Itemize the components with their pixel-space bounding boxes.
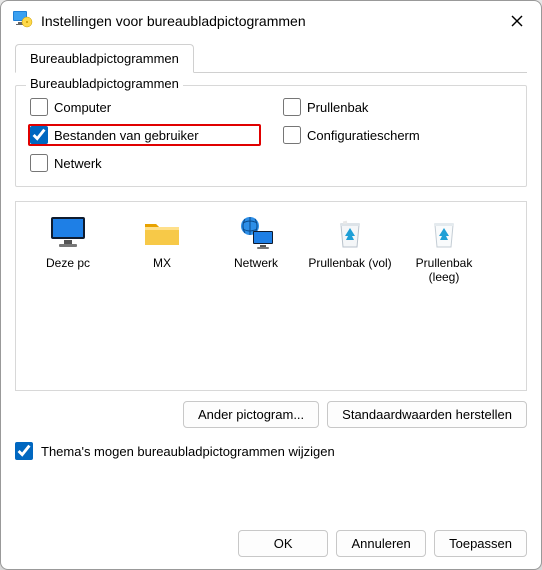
checkbox-network[interactable]: Netwerk <box>28 152 261 174</box>
checkbox-input-user-files[interactable] <box>30 126 48 144</box>
close-icon <box>511 15 523 27</box>
recycle-bin-empty-icon <box>422 214 466 252</box>
checkbox-label: Configuratiescherm <box>307 128 420 143</box>
groupbox-legend: Bureaubladpictogrammen <box>26 76 183 91</box>
preview-label: Prullenbak (leeg) <box>400 256 488 285</box>
preview-label: Prullenbak (vol) <box>308 256 391 270</box>
preview-item-user-folder[interactable]: MX <box>118 210 206 270</box>
cancel-button[interactable]: Annuleren <box>336 530 426 557</box>
dialog-body: Bureaubladpictogrammen Bureaubladpictogr… <box>1 43 541 474</box>
monitor-icon <box>46 214 90 252</box>
icon-preview-pane[interactable]: Deze pc MX <box>15 201 527 391</box>
dialog-title: Instellingen voor bureaubladpictogrammen <box>41 13 306 29</box>
app-icon <box>11 8 33 35</box>
dialog-window: Instellingen voor bureaubladpictogrammen… <box>0 0 542 570</box>
folder-icon <box>140 214 184 252</box>
preview-item-this-pc[interactable]: Deze pc <box>24 210 112 270</box>
checkbox-input-recycle-bin[interactable] <box>283 98 301 116</box>
checkbox-input-control-panel[interactable] <box>283 126 301 144</box>
groupbox-desktop-icons: Bureaubladpictogrammen Computer Prullenb… <box>15 85 527 187</box>
checkbox-label: Bestanden van gebruiker <box>54 128 199 143</box>
checkbox-input-network[interactable] <box>30 154 48 172</box>
restore-defaults-button[interactable]: Standaardwaarden herstellen <box>327 401 527 428</box>
tab-desktop-icons[interactable]: Bureaubladpictogrammen <box>15 44 194 73</box>
preview-item-bin-full[interactable]: Prullenbak (vol) <box>306 210 394 270</box>
preview-item-bin-empty[interactable]: Prullenbak (leeg) <box>400 210 488 285</box>
checkbox-input-computer[interactable] <box>30 98 48 116</box>
checkbox-label: Netwerk <box>54 156 102 171</box>
checkbox-user-files[interactable]: Bestanden van gebruiker <box>28 124 261 146</box>
titlebar: Instellingen voor bureaubladpictogrammen <box>1 1 541 43</box>
network-icon <box>234 214 278 252</box>
checkbox-label: Thema's mogen bureaubladpictogrammen wij… <box>41 444 335 459</box>
checkbox-computer[interactable]: Computer <box>28 96 261 118</box>
checkbox-recycle-bin[interactable]: Prullenbak <box>281 96 514 118</box>
icon-button-row: Ander pictogram... Standaardwaarden hers… <box>15 401 527 428</box>
recycle-bin-full-icon <box>328 214 372 252</box>
dialog-footer: OK Annuleren Toepassen <box>1 530 541 557</box>
close-button[interactable] <box>503 7 531 35</box>
checkbox-label: Computer <box>54 100 111 115</box>
preview-label: MX <box>153 256 171 270</box>
apply-button[interactable]: Toepassen <box>434 530 527 557</box>
preview-label: Netwerk <box>234 256 278 270</box>
preview-item-network[interactable]: Netwerk <box>212 210 300 270</box>
checkbox-input-themes-allowed[interactable] <box>15 442 33 460</box>
tab-strip: Bureaubladpictogrammen <box>15 43 527 73</box>
ok-button[interactable]: OK <box>238 530 328 557</box>
change-icon-button[interactable]: Ander pictogram... <box>183 401 319 428</box>
preview-label: Deze pc <box>46 256 90 270</box>
checkbox-control-panel[interactable]: Configuratiescherm <box>281 124 514 146</box>
checkbox-label: Prullenbak <box>307 100 368 115</box>
checkbox-themes-allowed[interactable]: Thema's mogen bureaubladpictogrammen wij… <box>15 442 527 460</box>
